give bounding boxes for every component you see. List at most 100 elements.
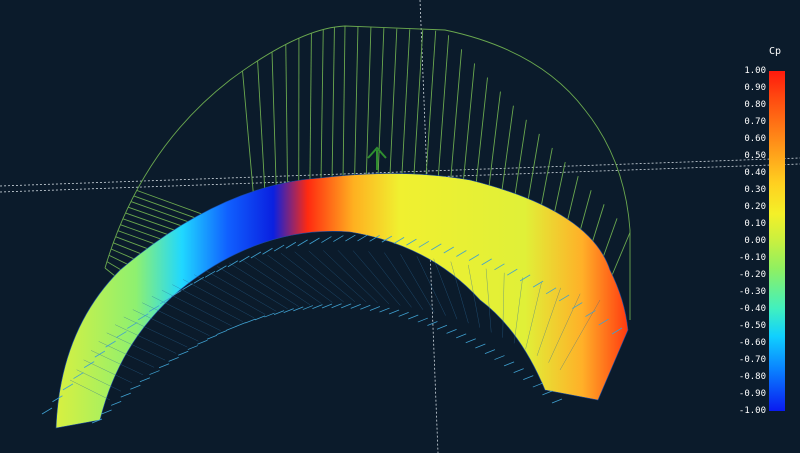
pressure-vector — [417, 317, 428, 323]
pressure-vector — [333, 235, 344, 242]
pressure-vector — [398, 311, 409, 317]
chord-line — [337, 250, 390, 305]
wing-pressure-scene — [0, 0, 800, 453]
pressure-vector — [321, 236, 332, 243]
pressure-vector — [239, 255, 250, 263]
colorbar-title: Cp — [769, 46, 782, 57]
pressure-vector — [130, 384, 141, 390]
pressure-vector — [302, 305, 313, 310]
pressure-vector — [388, 309, 400, 315]
pressure-vector — [532, 382, 543, 388]
pressure-vector — [475, 343, 486, 349]
pressure-vector — [465, 338, 476, 344]
colorbar-tick-label: 0.10 — [744, 219, 766, 229]
chord-line — [308, 250, 367, 303]
colorbar-tick-label: -0.10 — [738, 253, 766, 263]
colorbar-tick-label: 0.70 — [744, 117, 766, 127]
chord-line — [384, 252, 424, 310]
chord-line — [294, 251, 356, 303]
pressure-vector — [264, 312, 275, 318]
colorbar-tick-label: -0.50 — [738, 321, 766, 331]
chord-line — [151, 296, 221, 331]
colorbar-tick-labels: 1.00 0.90 0.80 0.70 0.60 0.50 0.40 0.30 0.20 0.10… — [726, 66, 766, 416]
colorbar-tick-label: -0.20 — [738, 270, 766, 280]
colorbar-tick-label: -1.00 — [738, 406, 766, 416]
pressure-vector — [350, 304, 361, 309]
colorbar-tick-label: -0.30 — [738, 287, 766, 297]
pressure-vector — [178, 350, 189, 356]
colorbar-tick-label: 0.20 — [744, 202, 766, 212]
3d-viewport[interactable]: Cp 1.00 0.90 0.80 0.70 0.60 0.50 0.40 0.30 0.20 0… — [0, 0, 800, 453]
up-arrow-icon — [367, 146, 387, 170]
chord-line — [193, 274, 266, 315]
pressure-vector — [216, 330, 227, 336]
pressure-vector — [283, 308, 294, 313]
pressure-vector — [309, 237, 320, 245]
chord-line — [400, 254, 435, 313]
pressure-vector — [235, 322, 246, 327]
chord-line — [280, 253, 344, 303]
pressure-vector — [187, 345, 198, 350]
pressure-vector — [436, 324, 448, 330]
pressure-vector — [227, 260, 239, 268]
pressure-vector — [254, 315, 266, 321]
chord-line — [254, 257, 322, 304]
pressure-vector — [111, 401, 122, 406]
pressure-vector — [120, 392, 131, 398]
pressure-vector — [250, 251, 262, 259]
colorbar-tick-label: 1.00 — [744, 66, 766, 76]
pressure-vector — [41, 407, 53, 415]
pressure-vector — [494, 355, 505, 360]
colorbar-tick-label: 0.50 — [744, 151, 766, 161]
chord-line — [182, 279, 255, 319]
colorbar-tick-label: 0.90 — [744, 83, 766, 93]
chord-line — [172, 284, 244, 322]
pressure-vector — [273, 244, 285, 252]
chord-line — [241, 259, 311, 306]
cp-colorbar: Cp 1.00 0.90 0.80 0.70 0.60 0.50 0.40 0.30 0.20 0… — [726, 44, 800, 424]
pressure-vector — [551, 398, 563, 404]
pressure-vector — [149, 370, 160, 375]
pressure-vector — [312, 304, 323, 309]
pressure-vector — [456, 333, 467, 339]
pressure-vector — [484, 349, 496, 354]
chord-line — [205, 270, 277, 312]
pressure-vector — [101, 409, 112, 415]
pressure-vector — [226, 326, 237, 331]
pressure-vector — [285, 241, 297, 249]
colorbar-tick-label: 0.40 — [744, 168, 766, 178]
pressure-vector — [273, 310, 285, 316]
pressure-vector — [297, 239, 308, 247]
pressure-vector — [408, 314, 419, 320]
pressure-vector — [503, 361, 515, 367]
envelope-rung — [609, 232, 631, 281]
colorbar-tick-label: 0.80 — [744, 100, 766, 110]
colorbar-tick-label: 0.00 — [744, 236, 766, 246]
pressure-vector — [345, 234, 356, 242]
colorbar-gradient — [769, 71, 785, 411]
colorbar-tick-label: 0.60 — [744, 134, 766, 144]
pressure-vector — [197, 339, 208, 345]
pressure-vector — [139, 377, 151, 383]
colorbar-tick-label: -0.90 — [738, 389, 766, 399]
pressure-vector — [427, 321, 438, 326]
pressure-vector — [379, 307, 390, 313]
pressure-vector — [206, 334, 218, 340]
pressure-vector — [245, 318, 256, 324]
pressure-vector — [262, 247, 273, 255]
pressure-vector — [168, 356, 179, 362]
pressure-vector — [293, 306, 304, 312]
pressure-vector — [369, 306, 381, 311]
colorbar-tick-label: -0.80 — [738, 372, 766, 382]
pressure-vector — [341, 303, 352, 309]
colorbar-tick-label: -0.70 — [738, 355, 766, 365]
pressure-vector — [513, 368, 524, 373]
pressure-vector — [357, 234, 368, 242]
chord-line — [323, 250, 378, 303]
colorbar-tick-label: 0.30 — [744, 185, 766, 195]
chord-line — [267, 254, 333, 303]
pressure-vector — [331, 303, 342, 309]
pressure-vector — [523, 375, 534, 381]
pressure-vector — [204, 270, 216, 278]
chord-line — [352, 250, 401, 306]
